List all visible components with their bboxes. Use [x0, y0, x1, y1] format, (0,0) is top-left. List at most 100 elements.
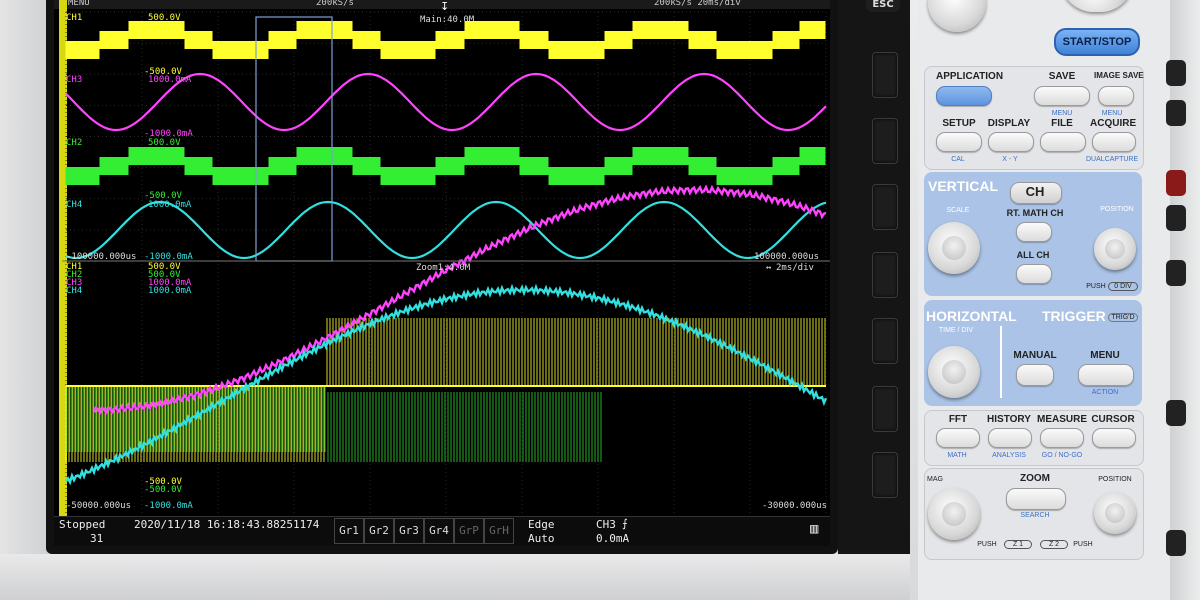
main-ch2-name: CH2 — [66, 138, 83, 148]
acquire-label: ACQUIRE — [1090, 118, 1137, 129]
trigger-type: Edge — [528, 518, 555, 531]
horizontal-trigger-divider — [1000, 326, 1002, 398]
dualcapture-label: DUALCAPTURE — [1086, 156, 1139, 163]
image-save-button[interactable] — [1098, 86, 1134, 106]
measure-label: MEASURE — [1036, 414, 1087, 425]
time-div-label: TIME / DIV — [938, 327, 974, 334]
fft-label: FFT — [948, 414, 968, 425]
acquire-button[interactable] — [1092, 132, 1136, 152]
group-tab-p[interactable]: GrP — [454, 518, 484, 544]
vertical-scale-knob-cap — [942, 236, 966, 260]
trigger-level: 0.0mA — [596, 532, 630, 545]
input-jack-7 — [1166, 530, 1186, 556]
ch-label: CH — [1025, 184, 1045, 199]
panel-toggle-icon[interactable]: ▥ — [810, 521, 818, 537]
softkey-1[interactable] — [872, 52, 898, 98]
xy-label: X - Y — [1002, 156, 1018, 163]
softkey-3[interactable] — [872, 184, 898, 230]
zoom-time-left: -50000.000us — [66, 501, 132, 511]
zoom-lower-ch2: -500.0V — [144, 485, 182, 495]
acq-datetime: 2020/11/18 16:18:43.88251174 — [134, 518, 320, 531]
vertical-title: VERTICAL — [928, 178, 998, 194]
zoom-position-label: POSITION — [1098, 476, 1132, 483]
z1-button[interactable]: Z 1 — [1004, 540, 1032, 549]
esc-button[interactable]: ESC — [866, 0, 900, 12]
rt-math-ch-label: RT. MATH CH — [1006, 208, 1064, 218]
softkey-4[interactable] — [872, 252, 898, 298]
softkey-2[interactable] — [872, 118, 898, 164]
main-ch2-upper: 500.0V — [148, 138, 181, 148]
group-tab-3[interactable]: Gr3 — [394, 518, 424, 544]
search-label: SEARCH — [1020, 512, 1050, 519]
oscilloscope-screen: MENU 200kS/s 200kS/s 20ms/div Main:40.0M… — [54, 0, 830, 546]
zoom-legend-ch4-value: 1000.0mA — [148, 286, 192, 296]
input-jack-4 — [1166, 205, 1186, 231]
manual-trigger-button[interactable] — [1016, 364, 1054, 386]
file-button[interactable] — [1040, 132, 1086, 152]
softkey-7[interactable] — [872, 452, 898, 498]
acq-state: Stopped — [59, 518, 106, 531]
main-time-left: -100000.000us — [66, 252, 137, 262]
save-button[interactable] — [1034, 86, 1090, 106]
zoom-arrow-icon: ↔ — [766, 263, 772, 273]
zoom-button[interactable] — [1006, 488, 1066, 510]
zoom-window-label: Zoom1:4.0M — [416, 263, 471, 273]
zero-div-label: 0 DIV — [1108, 282, 1138, 291]
setup-button[interactable] — [936, 132, 982, 152]
zoom-legend-ch4-name: CH4 — [66, 286, 83, 296]
input-jack-3 — [1166, 170, 1186, 196]
push-right-label: PUSH — [1073, 541, 1093, 548]
display-button[interactable] — [988, 132, 1034, 152]
main-ch4-lower: -1000.0mA — [144, 252, 193, 262]
push-label: PUSH — [1086, 283, 1106, 290]
main-ch3-name: CH3 — [66, 75, 83, 85]
ch3-zoom-trace — [92, 184, 827, 416]
mag-knob-cap — [942, 502, 966, 526]
scale-label: SCALE — [946, 207, 970, 214]
trigger-title: TRIGGER — [1042, 308, 1106, 324]
save-label: SAVE — [1048, 71, 1076, 82]
all-ch-button[interactable] — [1016, 264, 1052, 284]
application-label: APPLICATION — [936, 71, 1004, 82]
push-left-label: PUSH — [977, 541, 997, 548]
action-label: ACTION — [1091, 389, 1119, 396]
measure-button[interactable] — [1040, 428, 1084, 448]
main-ch1-upper: 500.0V — [148, 13, 181, 23]
history-label: HISTORY — [987, 414, 1031, 425]
input-jacks-strip — [1170, 0, 1200, 600]
group-tab-h[interactable]: GrH — [484, 518, 514, 544]
group-tab-1[interactable]: Gr1 — [334, 518, 364, 544]
zoom-time-right: -30000.000us — [762, 501, 828, 511]
history-button[interactable] — [988, 428, 1032, 448]
lower-bezel — [0, 554, 910, 600]
jog-shuttle-knob[interactable] — [928, 0, 986, 32]
analysis-label: ANALYSIS — [992, 452, 1026, 459]
z2-button[interactable]: Z 2 — [1040, 540, 1068, 549]
softkey-6[interactable] — [872, 386, 898, 432]
input-jack-2 — [1166, 100, 1186, 126]
input-jack-1 — [1166, 60, 1186, 86]
horizontal-title: HORIZONTAL — [926, 308, 1017, 324]
cursor-button[interactable] — [1092, 428, 1136, 448]
zoom-window-traces — [65, 184, 828, 486]
group-tab-2[interactable]: Gr2 — [364, 518, 394, 544]
fft-button[interactable] — [936, 428, 980, 448]
vertical-position-knob-cap — [1105, 239, 1125, 259]
start-stop-button[interactable]: START/STOP — [1054, 28, 1140, 56]
trigger-source: CH3 — [596, 518, 616, 531]
select-knob[interactable] — [1060, 0, 1134, 12]
input-jack-6 — [1166, 400, 1186, 426]
trigger-menu-button[interactable] — [1078, 364, 1134, 386]
image-save-label: IMAGE SAVE — [1094, 71, 1144, 80]
trigger-mode: Auto — [528, 532, 555, 545]
zoom-label: ZOOM — [1020, 473, 1050, 484]
acquire-menu-sublabel: MENU — [1101, 110, 1123, 117]
math-label: MATH — [947, 452, 967, 459]
rt-math-ch-button[interactable] — [1016, 222, 1052, 242]
zoom-position-knob-cap — [1105, 503, 1125, 523]
time-div-knob-cap — [942, 360, 966, 384]
rising-edge-icon: ⨍ — [622, 517, 628, 530]
softkey-5[interactable] — [872, 318, 898, 364]
application-button[interactable] — [936, 86, 992, 106]
group-tab-4[interactable]: Gr4 — [424, 518, 454, 544]
